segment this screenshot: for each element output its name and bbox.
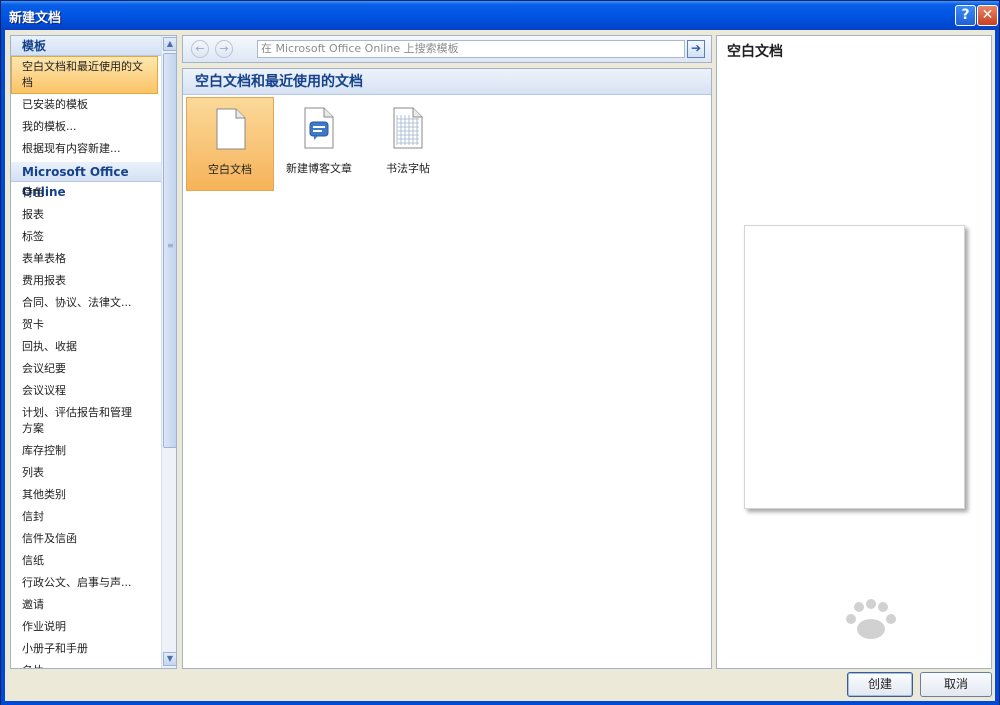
back-button[interactable]: ← — [191, 40, 209, 58]
sidebar-item-plans[interactable]: 计划、评估报告和管理方案 — [11, 402, 136, 440]
cancel-button[interactable]: 取消 — [920, 672, 992, 697]
search-toolbar: ← → 在 Microsoft Office Online 上搜索模板 ➔ — [182, 35, 712, 63]
template-tile-blank-document[interactable]: 空白文档 — [186, 97, 274, 191]
tile-label: 书法字帖 — [386, 162, 430, 175]
sidebar-item-other[interactable]: 其他类别 — [11, 484, 161, 506]
scroll-thumb[interactable]: ≡ — [163, 53, 176, 448]
sidebar-item-invitations[interactable]: 邀请 — [11, 594, 161, 616]
sidebar-item-stationery[interactable]: 信纸 — [11, 550, 161, 572]
sidebar-item-featured[interactable]: 特色 — [11, 182, 161, 204]
sidebar-item-installed-templates[interactable]: 已安装的模板 — [11, 94, 161, 116]
sidebar-item-brochures[interactable]: 小册子和手册 — [11, 638, 161, 660]
sidebar-item-blank-recent[interactable]: 空白文档和最近使用的文档 — [11, 56, 158, 94]
sidebar-item-letters[interactable]: 信件及信函 — [11, 528, 161, 550]
category-scrollbar[interactable]: ▲ ≡ ▼ — [161, 36, 176, 668]
calligraphy-grid-icon — [393, 107, 423, 149]
sidebar-item-agendas[interactable]: 会议议程 — [11, 380, 161, 402]
online-group-header: Microsoft Office Online — [11, 162, 161, 199]
sidebar-item-notices[interactable]: 行政公文、启事与声... — [11, 572, 161, 594]
sidebar-item-lists[interactable]: 列表 — [11, 462, 161, 484]
sidebar-item-receipts[interactable]: 回执、收据 — [11, 336, 161, 358]
template-category-pane: 模板 空白文档和最近使用的文档 已安装的模板 我的模板... 根据现有内容新建.… — [10, 35, 177, 669]
preview-title: 空白文档 — [727, 44, 783, 60]
preview-page-thumbnail — [744, 225, 965, 509]
sidebar-item-contracts[interactable]: 合同、协议、法律文... — [11, 292, 161, 314]
sidebar-item-minutes[interactable]: 会议纪要 — [11, 358, 161, 380]
templates-group-header: 模板 — [11, 36, 161, 56]
scroll-down-button[interactable]: ▼ — [163, 652, 176, 666]
create-button[interactable]: 创建 — [847, 672, 913, 697]
blog-post-icon — [304, 107, 334, 149]
template-tile-calligraphy[interactable]: 书法字帖 — [364, 97, 452, 191]
window-frame-bottom — [1, 701, 999, 705]
sidebar-item-expense-reports[interactable]: 费用报表 — [11, 270, 161, 292]
help-button[interactable]: ? — [955, 5, 976, 26]
sidebar-item-new-from-existing[interactable]: 根据现有内容新建... — [11, 138, 161, 160]
close-button[interactable]: ✕ — [977, 5, 998, 26]
scroll-up-button[interactable]: ▲ — [163, 37, 176, 51]
template-gallery: 空白文档和最近使用的文档 空白文档 新建博客文章 书法字帖 — [182, 68, 712, 669]
tile-label: 空白文档 — [208, 163, 252, 176]
scroll-grip-icon: ≡ — [167, 241, 174, 250]
sidebar-item-envelopes[interactable]: 信封 — [11, 506, 161, 528]
forward-button[interactable]: → — [215, 40, 233, 58]
window-title: 新建文档 — [9, 11, 62, 26]
title-bar[interactable]: 新建文档 ? ✕ — [1, 1, 999, 30]
search-go-button[interactable]: ➔ — [687, 40, 705, 58]
new-document-dialog: 新建文档 ? ✕ 模板 空白文档和最近使用的文档 已安装的模板 我的模板... … — [0, 0, 1000, 705]
preview-pane: 空白文档 — [716, 35, 992, 669]
template-category-list: 模板 空白文档和最近使用的文档 已安装的模板 我的模板... 根据现有内容新建.… — [11, 36, 161, 668]
sidebar-item-instructions[interactable]: 作业说明 — [11, 616, 161, 638]
gallery-header: 空白文档和最近使用的文档 — [183, 69, 711, 95]
sidebar-item-my-templates[interactable]: 我的模板... — [11, 116, 161, 138]
sidebar-item-forms[interactable]: 表单表格 — [11, 248, 161, 270]
sidebar-item-inventory[interactable]: 库存控制 — [11, 440, 161, 462]
window-frame-right — [995, 30, 999, 705]
sidebar-item-reports[interactable]: 报表 — [11, 204, 161, 226]
blank-document-icon — [216, 108, 246, 150]
tile-label: 新建博客文章 — [286, 162, 352, 175]
template-search-input[interactable]: 在 Microsoft Office Online 上搜索模板 — [257, 40, 685, 58]
sidebar-item-cards[interactable]: 贺卡 — [11, 314, 161, 336]
template-tile-blog-post[interactable]: 新建博客文章 — [275, 97, 363, 191]
sidebar-item-labels[interactable]: 标签 — [11, 226, 161, 248]
sidebar-item-business-cards[interactable]: 名片 — [11, 660, 161, 668]
window-frame-left — [1, 30, 5, 705]
